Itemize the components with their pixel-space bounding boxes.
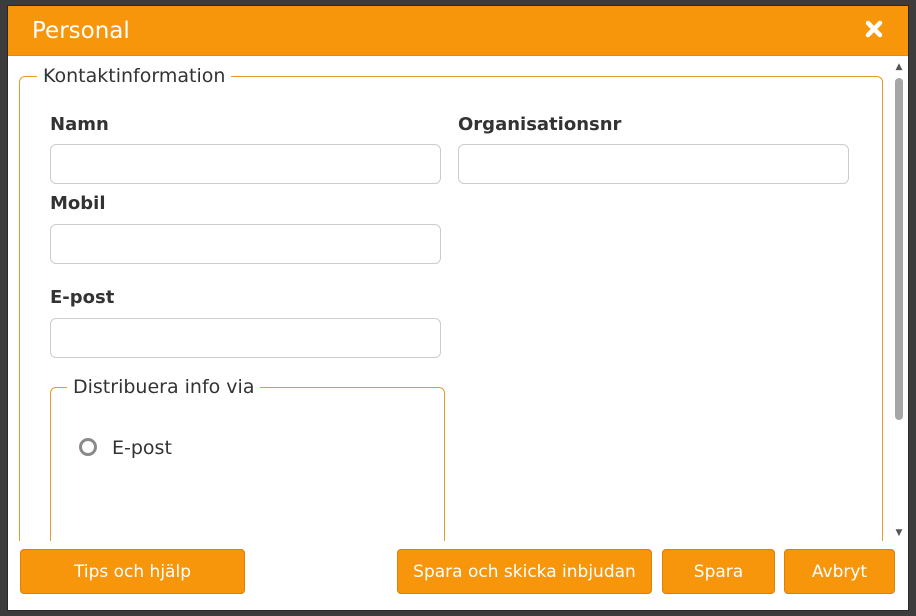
- personal-dialog: Personal Kontaktinformation Namn Organis…: [8, 6, 908, 610]
- spara-och-skicka-inbjudan-button[interactable]: Spara och skicka inbjudan: [397, 549, 652, 594]
- epost-label: E-post: [50, 287, 115, 308]
- mobil-input[interactable]: [50, 224, 441, 264]
- organisationsnr-input[interactable]: [458, 144, 849, 184]
- tips-och-hjalp-button[interactable]: Tips och hjälp: [20, 549, 245, 594]
- distribuera-legend: Distribuera info via: [67, 375, 261, 399]
- dialog-title: Personal: [32, 18, 130, 44]
- dialog-titlebar: Personal: [8, 6, 908, 56]
- organisationsnr-label: Organisationsnr: [458, 114, 622, 135]
- mobil-label: Mobil: [50, 193, 106, 214]
- kontaktinformation-legend: Kontaktinformation: [37, 64, 232, 88]
- epost-radio-label: E-post: [112, 437, 172, 459]
- scroll-up-arrow-icon[interactable]: ▲: [894, 62, 904, 72]
- distribuera-group: Distribuera info via E-post: [50, 375, 445, 541]
- scroll-thumb[interactable]: [895, 78, 903, 420]
- scroll-down-arrow-icon[interactable]: ▼: [894, 528, 904, 538]
- vertical-scrollbar[interactable]: ▲ ▼: [892, 60, 906, 540]
- avbryt-button[interactable]: Avbryt: [784, 549, 895, 594]
- dialog-footer: Tips och hjälp Spara och skicka inbjudan…: [8, 541, 908, 610]
- kontaktinformation-group: Kontaktinformation Namn Organisationsnr …: [19, 64, 883, 541]
- close-icon-glyph: [865, 20, 883, 38]
- namn-label: Namn: [50, 114, 109, 135]
- epost-input[interactable]: [50, 318, 441, 358]
- close-icon[interactable]: [862, 18, 886, 42]
- dialog-content: Kontaktinformation Namn Organisationsnr …: [8, 56, 888, 541]
- namn-input[interactable]: [50, 144, 441, 184]
- epost-radio[interactable]: [79, 438, 97, 456]
- spara-button[interactable]: Spara: [662, 549, 775, 594]
